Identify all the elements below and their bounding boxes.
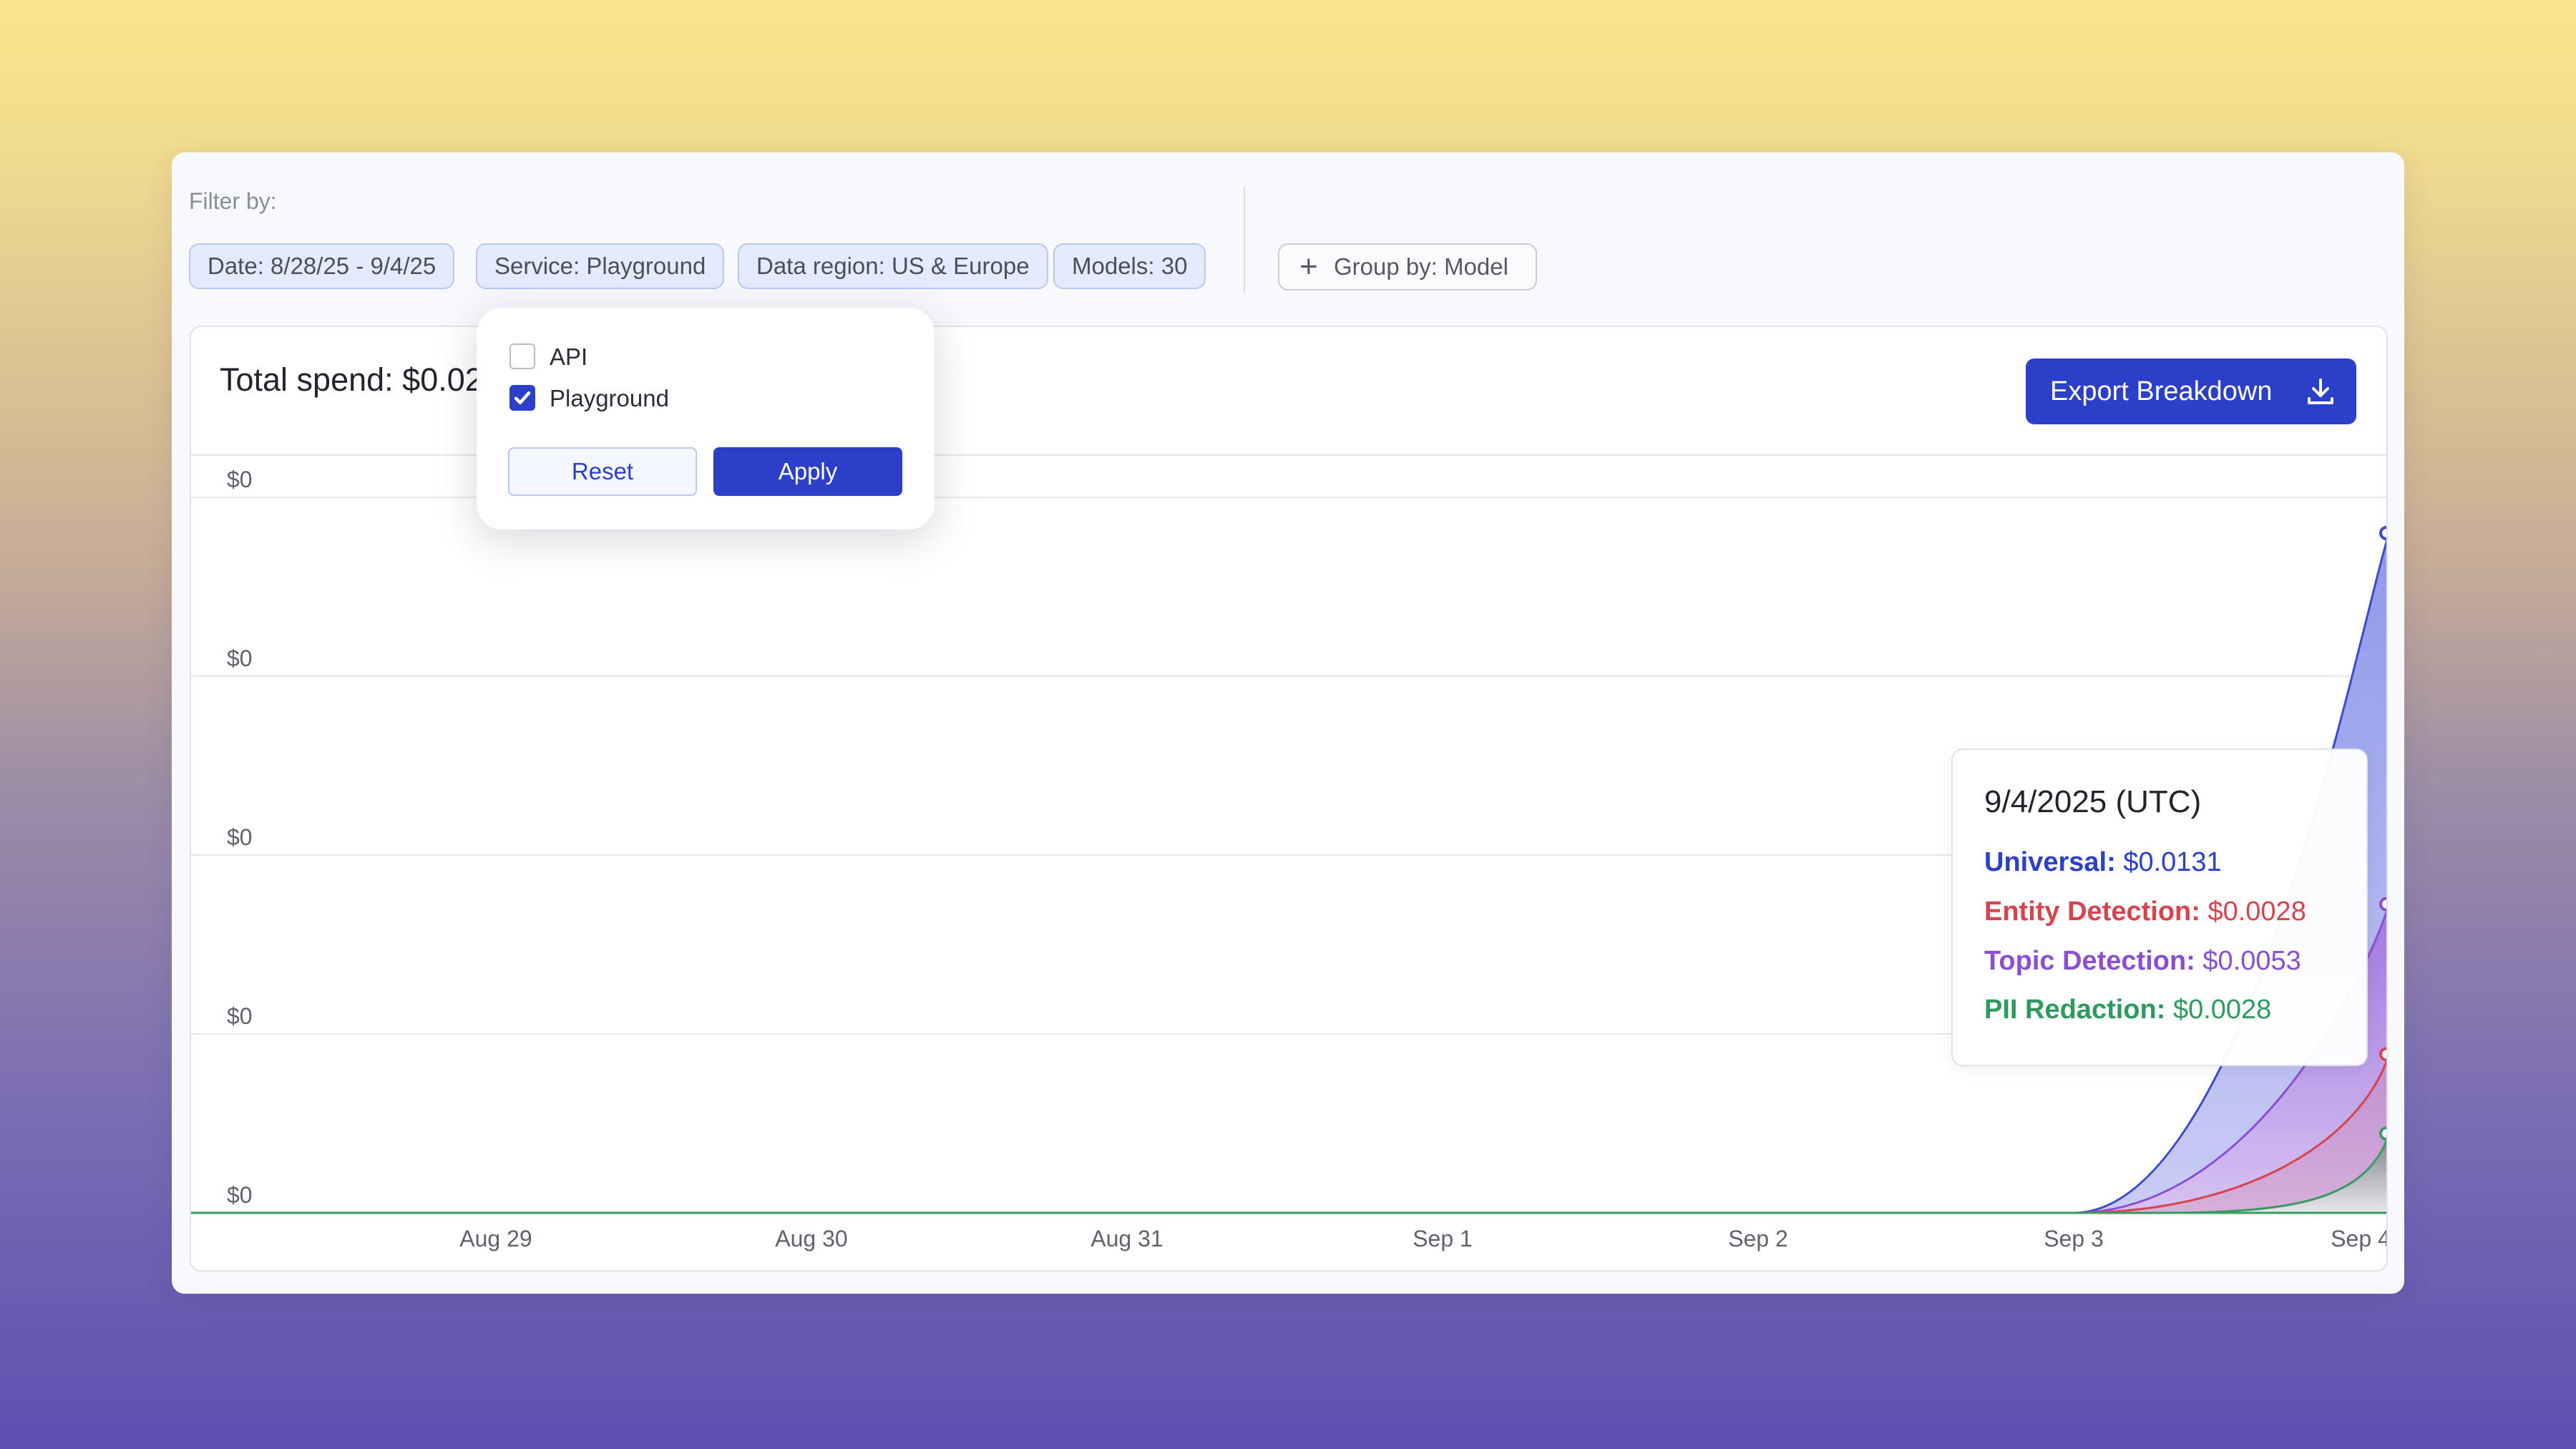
x-tick-label: Sep 3 — [2044, 1226, 2104, 1252]
line-pii-redaction — [191, 1138, 2386, 1214]
chart-tooltip: 9/4/2025 (UTC) Universal: $0.0131 Entity… — [1951, 748, 2368, 1066]
y-tick-label: $0 — [227, 824, 253, 850]
filter-pill-data-region[interactable]: Data region: US & Europe — [738, 243, 1048, 289]
area-entity-detection — [191, 1061, 2386, 1213]
group-by-button[interactable]: + Group by: Model — [1278, 243, 1537, 291]
tooltip-value: $0.0131 — [2123, 847, 2222, 877]
point-universal — [2379, 526, 2386, 540]
tooltip-date: 9/4/2025 (UTC) — [1984, 784, 2202, 819]
group-by-label: Group by: Model — [1334, 253, 1508, 280]
point-topic-detection — [2379, 897, 2386, 912]
tooltip-value: $0.0028 — [2172, 995, 2272, 1025]
point-pii-redaction — [2379, 1126, 2386, 1141]
checkmark-icon — [514, 391, 531, 404]
service-filter-popover: API Playground Reset Apply — [477, 308, 935, 530]
tooltip-name: PII Redaction: — [1984, 995, 2166, 1025]
tooltip-value: $0.0028 — [2207, 897, 2306, 927]
plus-icon: + — [1299, 249, 1318, 284]
tooltip-name: Entity Detection: — [1984, 897, 2200, 927]
tooltip-name: Topic Detection: — [1984, 946, 2195, 976]
y-tick-label: $0 — [227, 1182, 253, 1208]
playground-option-label[interactable]: Playground — [550, 385, 669, 412]
tooltip-row-entity-detection: Entity Detection: $0.0028 — [1984, 897, 2306, 927]
filter-divider — [1244, 187, 1245, 293]
filter-pill-service[interactable]: Service: Playground — [476, 243, 725, 289]
line-entity-detection — [191, 1058, 2386, 1214]
x-tick-label: Sep 2 — [1728, 1226, 1788, 1252]
x-tick-label: Aug 29 — [459, 1226, 532, 1252]
area-pii-redaction — [191, 1141, 2386, 1214]
playground-checkbox[interactable] — [509, 385, 535, 411]
y-tick-label: $0 — [227, 467, 253, 492]
filter-pill-models[interactable]: Models: 30 — [1053, 243, 1206, 289]
y-tick-label: $0 — [227, 645, 253, 671]
tooltip-row-pii-redaction: PII Redaction: $0.0028 — [1984, 995, 2271, 1025]
tooltip-name: Universal: — [1984, 847, 2116, 877]
tooltip-row-topic-detection: Topic Detection: $0.0053 — [1984, 946, 2301, 977]
x-tick-label: Sep 1 — [1413, 1226, 1473, 1252]
api-option-label[interactable]: API — [550, 343, 587, 371]
y-tick-label: $0 — [227, 1003, 253, 1029]
reset-button[interactable]: Reset — [508, 447, 697, 496]
point-entity-detection — [2379, 1047, 2386, 1062]
x-tick-label: Aug 31 — [1091, 1226, 1163, 1252]
tooltip-value: $0.0053 — [2202, 946, 2301, 976]
tooltip-row-universal: Universal: $0.0131 — [1984, 847, 2222, 878]
filter-label: Filter by: — [189, 188, 277, 214]
x-tick-label: Aug 30 — [775, 1226, 847, 1252]
api-checkbox[interactable] — [509, 343, 535, 369]
x-tick-label: Sep 4 — [2331, 1226, 2388, 1252]
filter-pill-date[interactable]: Date: 8/28/25 - 9/4/25 — [189, 243, 455, 289]
apply-button[interactable]: Apply — [713, 447, 902, 496]
